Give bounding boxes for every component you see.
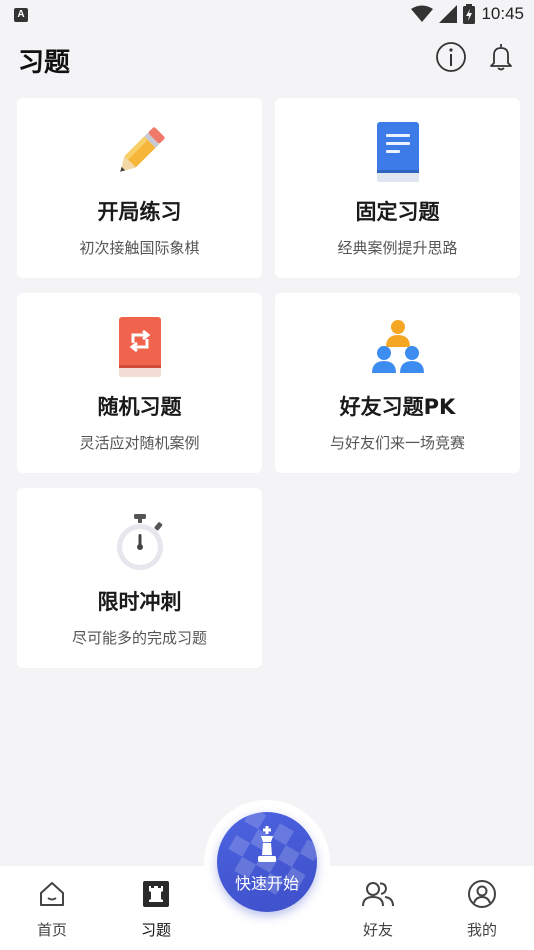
card-fixed-exercises[interactable]: 固定习题 经典案例提升思路 bbox=[275, 98, 520, 278]
info-button[interactable] bbox=[434, 40, 468, 74]
tab-label: 首页 bbox=[36, 921, 67, 939]
bell-icon bbox=[490, 44, 512, 71]
card-title: 限时冲刺 bbox=[97, 590, 182, 614]
tab-exercises[interactable]: 习题 bbox=[116, 866, 196, 950]
tab-profile[interactable]: 我的 bbox=[442, 866, 522, 950]
clock: 10:45 bbox=[481, 4, 524, 23]
blue-book-icon bbox=[376, 122, 419, 182]
home-icon bbox=[40, 882, 64, 906]
chess-king-icon bbox=[258, 826, 276, 862]
exercise-board-icon bbox=[143, 881, 169, 907]
tab-label: 我的 bbox=[466, 921, 497, 939]
wifi-icon bbox=[411, 5, 434, 22]
notification-button[interactable] bbox=[484, 40, 518, 74]
app-header: 习题 bbox=[0, 30, 534, 90]
quick-start-label: 快速开始 bbox=[234, 874, 299, 893]
friends-icon bbox=[362, 882, 394, 907]
status-icons: 10:45 bbox=[411, 3, 524, 25]
info-icon bbox=[436, 42, 466, 72]
card-friends-pk[interactable]: 好友习题PK 与好友们来一场竞赛 bbox=[275, 293, 520, 473]
tab-friends[interactable]: 好友 bbox=[338, 866, 418, 950]
card-title: 固定习题 bbox=[355, 200, 440, 224]
card-subtitle: 与好友们来一场竞赛 bbox=[329, 434, 465, 452]
card-subtitle: 灵活应对随机案例 bbox=[79, 434, 200, 452]
card-timed-sprint[interactable]: 限时冲刺 尽可能多的完成习题 bbox=[17, 488, 262, 668]
shuffle-book-icon bbox=[118, 317, 161, 377]
card-random-exercises[interactable]: 随机习题 灵活应对随机案例 bbox=[17, 293, 262, 473]
card-subtitle: 初次接触国际象棋 bbox=[79, 239, 200, 257]
page-title: 习题 bbox=[18, 48, 71, 78]
card-title: 开局练习 bbox=[97, 200, 182, 224]
tab-label: 好友 bbox=[362, 921, 393, 939]
profile-icon bbox=[468, 880, 496, 908]
card-title: 好友习题PK bbox=[339, 395, 456, 419]
signal-icon bbox=[439, 5, 458, 23]
status-bar: A 10:45 bbox=[0, 0, 534, 30]
notification-badge: A bbox=[14, 8, 28, 22]
pencil-icon bbox=[119, 127, 165, 172]
tab-label: 习题 bbox=[140, 921, 171, 939]
stopwatch-icon bbox=[116, 514, 163, 570]
tab-home[interactable]: 首页 bbox=[12, 866, 92, 950]
card-opening-practice[interactable]: 开局练习 初次接触国际象棋 bbox=[17, 98, 262, 278]
battery-icon bbox=[463, 4, 476, 24]
card-subtitle: 经典案例提升思路 bbox=[337, 239, 458, 257]
card-subtitle: 尽可能多的完成习题 bbox=[71, 629, 207, 647]
friends-group-icon bbox=[371, 320, 424, 373]
card-title: 随机习题 bbox=[97, 395, 182, 419]
quick-start-button[interactable]: 快速开始 bbox=[217, 812, 317, 912]
